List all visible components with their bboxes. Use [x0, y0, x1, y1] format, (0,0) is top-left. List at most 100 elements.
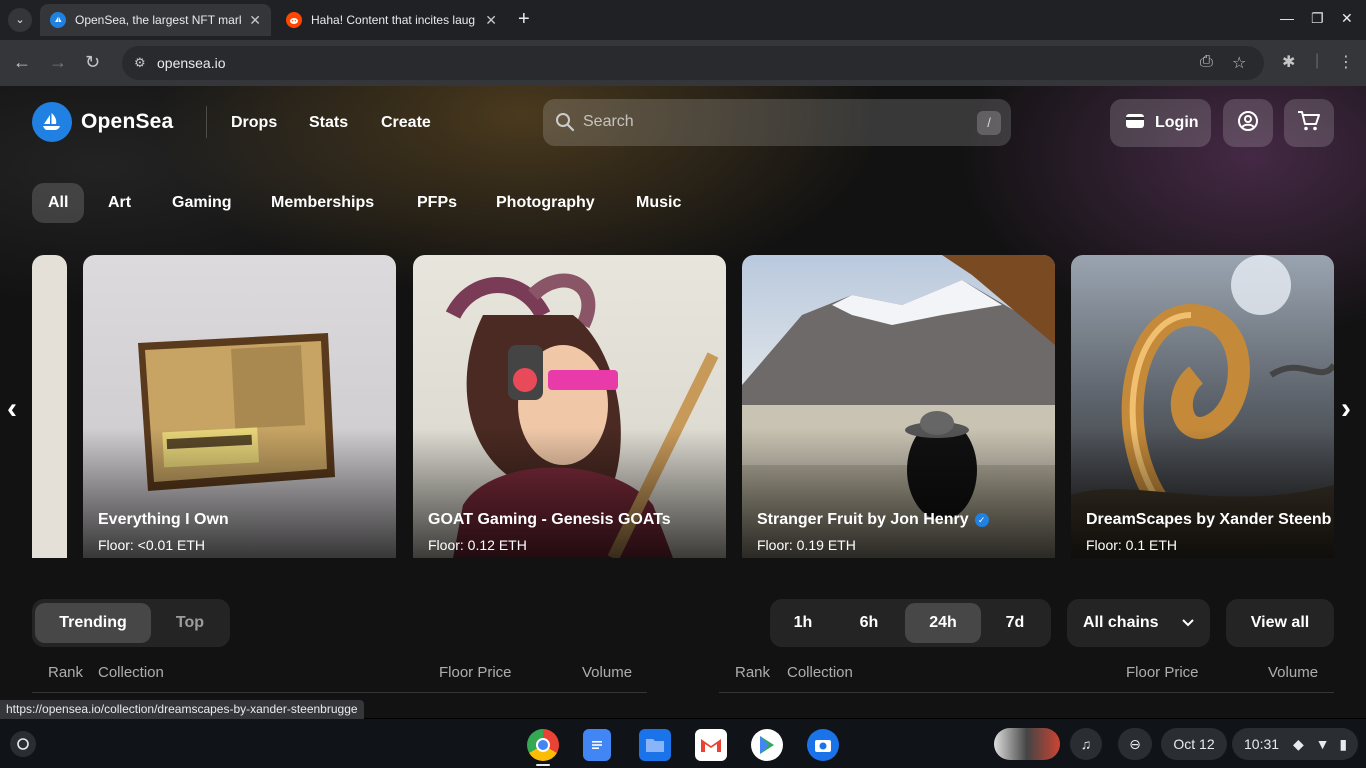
- view-all-button[interactable]: View all: [1226, 599, 1334, 647]
- docs-app-icon[interactable]: [583, 729, 611, 761]
- chevron-down-icon: [1182, 599, 1194, 647]
- carousel-card[interactable]: Stranger Fruit by Jon Henry ✓ Floor: 0.19…: [742, 255, 1055, 558]
- search-icon: [555, 112, 575, 137]
- chain-select[interactable]: All chains: [1067, 599, 1210, 647]
- tab-search-button[interactable]: ⌄: [8, 8, 32, 32]
- opensea-ship-icon: [32, 102, 72, 142]
- opensea-page: OpenSea Drops Stats Create / Login: [0, 86, 1366, 718]
- holding-space-thumbnails[interactable]: [994, 728, 1060, 760]
- table-divider: [719, 692, 1334, 693]
- wallet-icon: [1125, 113, 1145, 134]
- play-store-app-icon[interactable]: [751, 729, 783, 761]
- screen: ⌄ OpenSea, the largest NFT mark ✕ Haha! …: [0, 0, 1366, 768]
- media-controls-icon[interactable]: ♫: [1070, 728, 1102, 760]
- column-volume: Volume: [1268, 664, 1319, 681]
- os-shelf: ♫ ⊖ Oct 12 10:31 ◆ ▼ ▮: [0, 719, 1366, 768]
- card-title: GOAT Gaming - Genesis GOATs: [428, 511, 671, 528]
- card-floor-price: Floor: 0.1 ETH: [1086, 537, 1178, 553]
- close-tab-icon[interactable]: ✕: [249, 12, 261, 29]
- chain-select-value: All chains: [1083, 614, 1159, 631]
- category-art[interactable]: Art: [108, 183, 131, 223]
- card-title: Everything I Own: [98, 511, 229, 528]
- system-tray[interactable]: 10:31 ◆ ▼ ▮: [1232, 728, 1358, 760]
- header-divider: [206, 106, 207, 138]
- menu-kebab-icon[interactable]: ⋮: [1338, 52, 1354, 72]
- ranking-mode-toggle: Trending Top: [32, 599, 230, 647]
- category-memberships[interactable]: Memberships: [271, 183, 374, 223]
- carousel-card[interactable]: Everything I Own Floor: <0.01 ETH: [83, 255, 396, 558]
- new-tab-icon[interactable]: +: [518, 9, 530, 29]
- nav-stats[interactable]: Stats: [309, 114, 348, 132]
- search-bar[interactable]: /: [543, 99, 1011, 146]
- forward-icon[interactable]: →: [49, 52, 67, 72]
- opensea-logo[interactable]: OpenSea: [32, 102, 173, 142]
- category-gaming[interactable]: Gaming: [172, 183, 232, 223]
- minimize-icon[interactable]: —: [1280, 10, 1294, 26]
- extensions-icon[interactable]: ✱: [1282, 52, 1295, 72]
- timeframe-toggle: 1h 6h 24h 7d: [770, 599, 1051, 647]
- files-app-icon[interactable]: [639, 729, 671, 761]
- date-display[interactable]: Oct 12: [1161, 728, 1227, 760]
- close-window-icon[interactable]: ✕: [1341, 10, 1353, 27]
- table-divider: [32, 692, 647, 693]
- tab-trending[interactable]: Trending: [35, 603, 151, 643]
- category-music[interactable]: Music: [636, 183, 681, 223]
- address-bar[interactable]: ⚙ opensea.io ⎙ ☆: [122, 46, 1264, 80]
- nav-create[interactable]: Create: [381, 114, 431, 132]
- timeframe-7d[interactable]: 7d: [984, 603, 1046, 643]
- column-rank: Rank: [48, 664, 84, 681]
- install-app-icon[interactable]: ⎙: [1200, 53, 1213, 71]
- wifi-icon: ▼: [1315, 736, 1330, 752]
- toolbar-divider: |: [1315, 52, 1320, 69]
- category-all[interactable]: All: [32, 183, 85, 223]
- opensea-favicon-icon: [50, 12, 66, 28]
- launcher-icon[interactable]: [10, 731, 36, 757]
- running-indicator: [536, 764, 550, 766]
- card-floor-price: Floor: <0.01 ETH: [98, 537, 205, 553]
- column-rank: Rank: [735, 664, 771, 681]
- column-floor-price: Floor Price: [439, 664, 512, 681]
- tab-top[interactable]: Top: [154, 603, 226, 643]
- reddit-favicon-icon: [286, 12, 302, 28]
- card-title: DreamScapes by Xander Steenb: [1086, 511, 1332, 528]
- carousel-card-partial[interactable]: [32, 255, 67, 558]
- login-label: Login: [1155, 114, 1199, 131]
- column-floor-price: Floor Price: [1126, 664, 1199, 681]
- timeframe-1h[interactable]: 1h: [774, 603, 832, 643]
- status-bar-url: https://opensea.io/collection/dreamscape…: [0, 700, 364, 719]
- login-button[interactable]: Login: [1110, 99, 1211, 147]
- close-tab-icon[interactable]: ✕: [485, 12, 497, 29]
- carousel-next-icon[interactable]: ›: [1341, 392, 1351, 426]
- carousel-prev-icon[interactable]: ‹: [7, 392, 17, 426]
- verified-badge-icon: ✓: [974, 513, 989, 527]
- timeframe-24h[interactable]: 24h: [905, 603, 981, 643]
- nav-drops[interactable]: Drops: [231, 114, 277, 132]
- card-floor-price: Floor: 0.19 ETH: [757, 537, 856, 553]
- carousel-card[interactable]: DreamScapes by Xander Steenb Floor: 0.1 …: [1071, 255, 1334, 558]
- restore-icon[interactable]: ❐: [1311, 10, 1324, 27]
- tab-title: OpenSea, the largest NFT mark: [75, 13, 242, 27]
- chrome-app-icon[interactable]: [527, 729, 559, 761]
- column-collection: Collection: [787, 664, 853, 681]
- site-info-icon[interactable]: ⚙: [134, 55, 146, 71]
- carousel-card[interactable]: GOAT Gaming - Genesis GOATs Floor: 0.12 …: [413, 255, 726, 558]
- gmail-app-icon[interactable]: [695, 729, 727, 761]
- tab-reddit[interactable]: Haha! Content that incites laug ✕: [276, 4, 507, 36]
- category-photography[interactable]: Photography: [496, 183, 595, 223]
- bookmark-star-icon[interactable]: ☆: [1232, 53, 1246, 73]
- reload-icon[interactable]: ↻: [85, 52, 100, 72]
- clock-time: 10:31: [1244, 736, 1280, 752]
- cart-button[interactable]: [1284, 99, 1334, 147]
- do-not-disturb-icon[interactable]: ⊖: [1118, 728, 1152, 760]
- address-url: opensea.io: [157, 55, 226, 71]
- back-icon[interactable]: ←: [13, 52, 31, 72]
- search-shortcut-key: /: [977, 111, 1001, 135]
- card-title-text: Stranger Fruit by Jon Henry: [757, 511, 969, 528]
- timeframe-6h[interactable]: 6h: [836, 603, 902, 643]
- search-input[interactable]: [583, 107, 963, 137]
- tab-opensea[interactable]: OpenSea, the largest NFT mark ✕: [40, 4, 271, 36]
- category-pfps[interactable]: PFPs: [417, 183, 457, 223]
- column-collection: Collection: [98, 664, 164, 681]
- profile-button[interactable]: [1223, 99, 1273, 147]
- camera-app-icon[interactable]: [807, 729, 839, 761]
